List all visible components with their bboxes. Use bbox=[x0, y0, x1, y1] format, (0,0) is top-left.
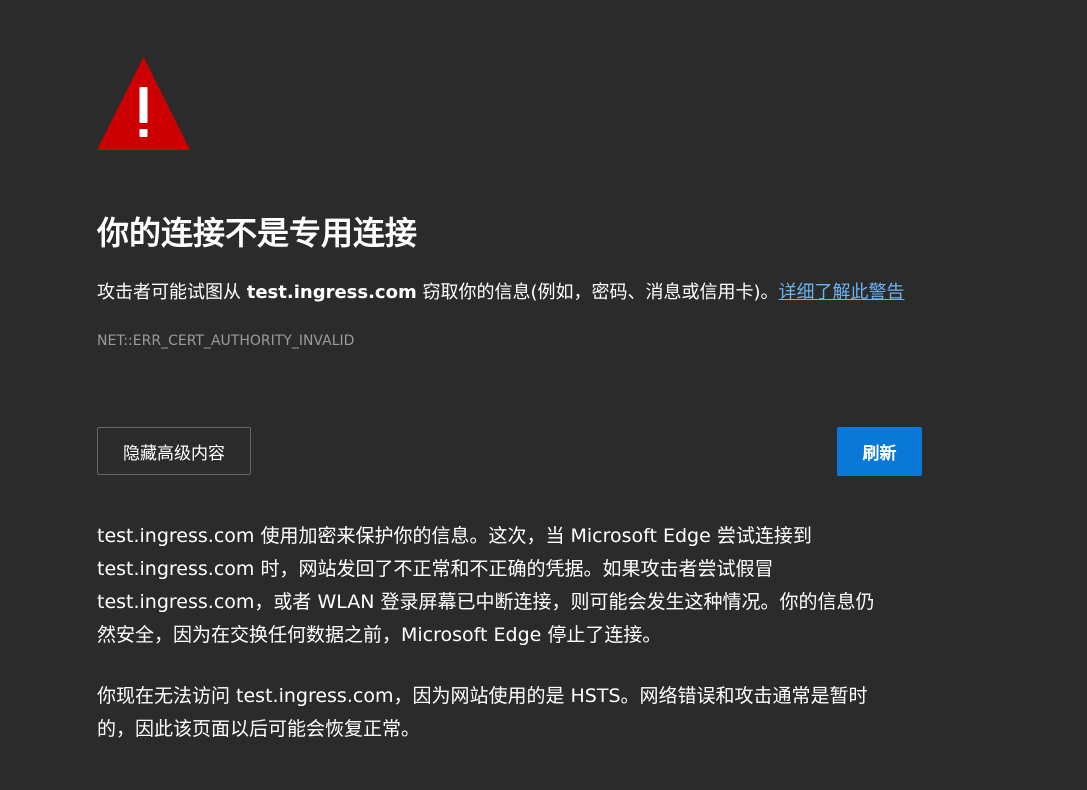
warning-triangle-icon bbox=[97, 57, 190, 150]
details-line: 然安全，因为在交换任何数据之前，Microsoft Edge 停止了连接。 bbox=[97, 624, 662, 646]
details-paragraph-1: test.ingress.com 使用加密来保护你的信息。这次，当 Micros… bbox=[97, 520, 927, 652]
refresh-button[interactable]: 刷新 bbox=[837, 427, 922, 476]
hide-advanced-button[interactable]: 隐藏高级内容 bbox=[97, 427, 251, 475]
page-title: 你的连接不是专用连接 bbox=[97, 214, 418, 252]
description-suffix: 窃取你的信息(例如，密码、消息或信用卡)。 bbox=[416, 282, 779, 303]
details-line: test.ingress.com，或者 WLAN 登录屏幕已中断连接，则可能会发… bbox=[97, 591, 875, 613]
details-paragraph-2: 你现在无法访问 test.ingress.com，因为网站使用的是 HSTS。网… bbox=[97, 680, 927, 746]
description-host: test.ingress.com bbox=[246, 282, 417, 303]
details-line: test.ingress.com 使用加密来保护你的信息。这次，当 Micros… bbox=[97, 525, 812, 547]
description-prefix: 攻击者可能试图从 bbox=[97, 282, 247, 303]
error-page: 你的连接不是专用连接 攻击者可能试图从 test.ingress.com 窃取你… bbox=[0, 0, 1087, 790]
error-code: NET::ERR_CERT_AUTHORITY_INVALID bbox=[97, 333, 355, 349]
details-line: 的，因此该页面以后可能会恢复正常。 bbox=[97, 718, 421, 740]
details-line: 你现在无法访问 test.ingress.com，因为网站使用的是 HSTS。网… bbox=[97, 685, 868, 707]
learn-more-link[interactable]: 详细了解此警告 bbox=[778, 282, 904, 303]
warning-description: 攻击者可能试图从 test.ingress.com 窃取你的信息(例如，密码、消… bbox=[97, 280, 904, 306]
details-line: test.ingress.com 时，网站发回了不正常和不正确的凭据。如果攻击者… bbox=[97, 558, 774, 580]
